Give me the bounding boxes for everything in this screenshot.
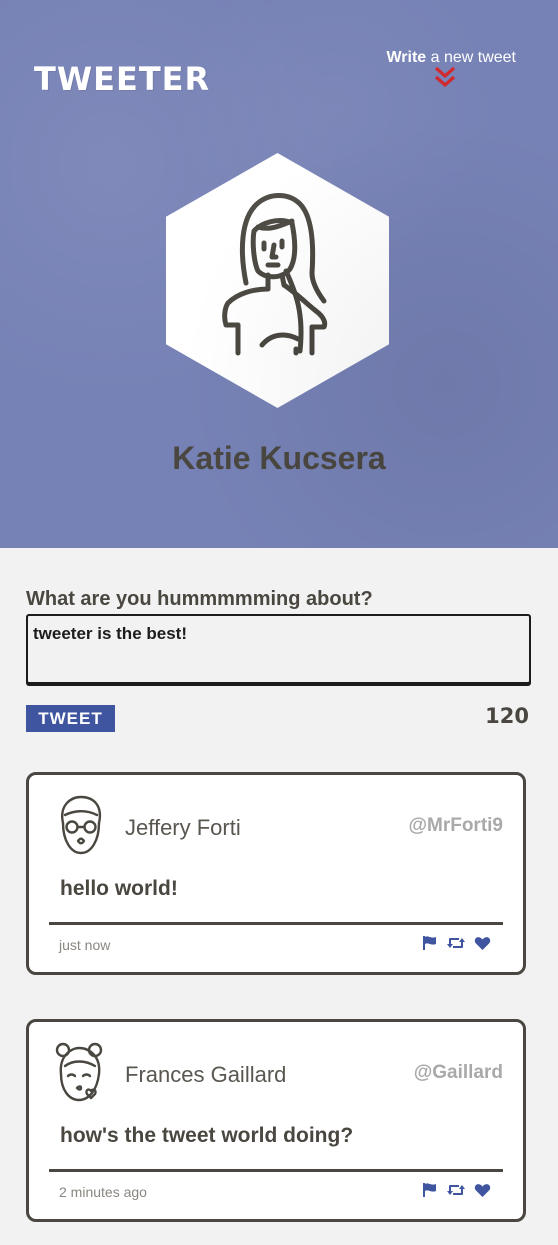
profile-name: Katie Kucsera	[172, 440, 386, 476]
tweet-author-handle: @Gaillard	[413, 1062, 503, 1083]
app-logo[interactable]: TWEETER	[34, 60, 210, 98]
user-avatar	[55, 1042, 103, 1102]
tweet-card: Frances Gaillard @Gaillard how's the twe…	[26, 1019, 526, 1222]
retweet-icon[interactable]	[447, 935, 465, 951]
heart-icon[interactable]	[474, 936, 491, 951]
tweet-author-name: Frances Gaillard	[125, 1062, 287, 1087]
profile-header: TWEETER Write a new tweet Katie Kucsera	[0, 0, 558, 548]
tweet-card: Jeffery Forti @MrForti9 hello world! jus…	[26, 772, 526, 975]
tweet-text: how's the tweet world doing?	[60, 1124, 354, 1147]
tweet-divider	[49, 922, 503, 925]
double-chevron-down-icon[interactable]	[433, 66, 457, 88]
tweet-text: hello world!	[60, 877, 178, 900]
write-link-bold: Write	[386, 49, 427, 66]
tweet-text-input[interactable]: tweeter is the best!	[26, 614, 531, 684]
tweet-author-name: Jeffery Forti	[125, 815, 241, 840]
character-counter: 120	[485, 704, 529, 728]
tweet-actions	[422, 1182, 491, 1198]
flag-icon[interactable]	[422, 935, 438, 951]
tweet-actions	[422, 935, 491, 951]
tweet-button[interactable]: TWEET	[26, 705, 115, 732]
tweet-author-handle: @MrForti9	[408, 815, 503, 836]
write-link-rest: a new tweet	[426, 49, 516, 66]
compose-label: What are you hummmmming about?	[26, 588, 373, 610]
tweet-timestamp: 2 minutes ago	[59, 1184, 147, 1200]
flag-icon[interactable]	[422, 1182, 438, 1198]
heart-icon[interactable]	[474, 1183, 491, 1198]
write-tweet-link[interactable]: Write a new tweet	[386, 49, 516, 67]
user-avatar	[61, 795, 102, 855]
tweet-timestamp: just now	[59, 937, 111, 953]
compose-section: What are you hummmmming about? tweeter i…	[26, 588, 531, 684]
profile-avatar	[166, 153, 389, 408]
retweet-icon[interactable]	[447, 1182, 465, 1198]
tweet-divider	[49, 1169, 503, 1172]
